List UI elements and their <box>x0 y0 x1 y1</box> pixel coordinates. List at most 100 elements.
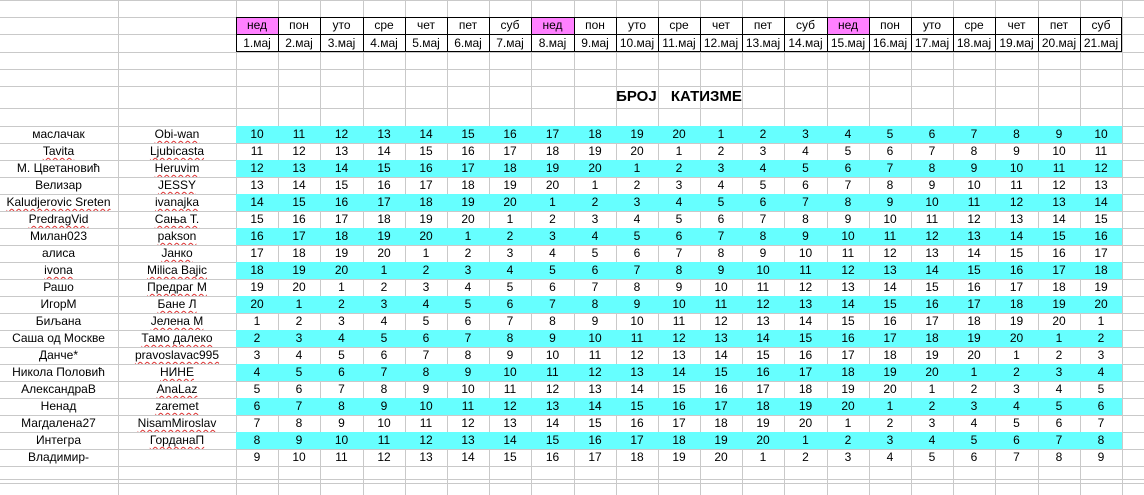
kathisma-number-cell[interactable]: 11 <box>320 449 363 466</box>
row-nick-cell[interactable]: Јанко <box>119 245 235 262</box>
kathisma-number-cell[interactable]: 9 <box>742 245 784 262</box>
kathisma-number-cell[interactable]: 5 <box>531 262 574 279</box>
kathisma-number-cell[interactable]: 11 <box>1080 143 1122 160</box>
kathisma-number-cell[interactable]: 2 <box>1038 347 1080 364</box>
kathisma-number-cell[interactable]: 1 <box>995 347 1038 364</box>
row-nick-cell[interactable]: НИНЕ <box>119 364 235 381</box>
kathisma-number-cell[interactable]: 2 <box>278 313 320 330</box>
kathisma-number-cell[interactable]: 13 <box>447 432 489 449</box>
kathisma-number-cell[interactable]: 20 <box>995 330 1038 347</box>
kathisma-number-cell[interactable]: 3 <box>531 228 574 245</box>
kathisma-number-cell[interactable]: 11 <box>616 330 658 347</box>
kathisma-number-cell[interactable]: 11 <box>531 364 574 381</box>
kathisma-number-cell[interactable]: 2 <box>1080 330 1122 347</box>
kathisma-number-cell[interactable]: 14 <box>531 415 574 432</box>
kathisma-number-cell[interactable]: 9 <box>869 194 911 211</box>
kathisma-number-cell[interactable]: 13 <box>405 449 447 466</box>
kathisma-number-cell[interactable]: 8 <box>911 160 953 177</box>
kathisma-number-cell[interactable]: 13 <box>742 313 784 330</box>
row-name-cell[interactable]: М. Цветановић <box>0 160 117 177</box>
kathisma-number-cell[interactable]: 15 <box>278 194 320 211</box>
kathisma-number-cell[interactable]: 8 <box>1080 432 1122 449</box>
kathisma-number-cell[interactable]: 10 <box>278 449 320 466</box>
kathisma-number-cell[interactable]: 17 <box>911 313 953 330</box>
weekday-cell[interactable]: чет <box>700 17 742 34</box>
kathisma-number-cell[interactable]: 14 <box>827 296 869 313</box>
kathisma-number-cell[interactable]: 5 <box>700 194 742 211</box>
kathisma-number-cell[interactable]: 5 <box>1080 381 1122 398</box>
kathisma-number-cell[interactable]: 19 <box>363 228 405 245</box>
kathisma-number-cell[interactable]: 13 <box>784 296 827 313</box>
date-cell[interactable]: 10.мај <box>616 35 658 52</box>
kathisma-number-cell[interactable]: 9 <box>236 449 278 466</box>
kathisma-number-cell[interactable]: 18 <box>784 381 827 398</box>
kathisma-number-cell[interactable]: 8 <box>278 415 320 432</box>
kathisma-number-cell[interactable]: 20 <box>447 211 489 228</box>
kathisma-number-cell[interactable]: 3 <box>911 415 953 432</box>
kathisma-number-cell[interactable]: 12 <box>1038 177 1080 194</box>
weekday-cell[interactable]: сре <box>658 17 700 34</box>
kathisma-number-cell[interactable]: 10 <box>995 160 1038 177</box>
kathisma-number-cell[interactable]: 14 <box>911 262 953 279</box>
row-nick-cell[interactable]: Бане Л <box>119 296 235 313</box>
kathisma-number-cell[interactable]: 2 <box>742 126 784 143</box>
kathisma-number-cell[interactable]: 5 <box>236 381 278 398</box>
kathisma-number-cell[interactable]: 19 <box>1080 279 1122 296</box>
kathisma-number-cell[interactable]: 10 <box>1080 126 1122 143</box>
row-nick-cell[interactable]: AnaLaz <box>119 381 235 398</box>
kathisma-number-cell[interactable]: 1 <box>784 432 827 449</box>
kathisma-number-cell[interactable]: 10 <box>616 313 658 330</box>
kathisma-number-cell[interactable]: 2 <box>700 143 742 160</box>
kathisma-number-cell[interactable]: 19 <box>658 449 700 466</box>
kathisma-number-cell[interactable]: 15 <box>953 262 995 279</box>
kathisma-number-cell[interactable]: 14 <box>574 398 616 415</box>
kathisma-number-cell[interactable]: 8 <box>489 330 531 347</box>
kathisma-number-cell[interactable]: 19 <box>700 432 742 449</box>
kathisma-number-cell[interactable]: 18 <box>1038 279 1080 296</box>
kathisma-number-cell[interactable]: 9 <box>700 262 742 279</box>
kathisma-number-cell[interactable]: 2 <box>995 364 1038 381</box>
kathisma-number-cell[interactable]: 16 <box>236 228 278 245</box>
kathisma-number-cell[interactable]: 6 <box>447 313 489 330</box>
kathisma-number-cell[interactable]: 15 <box>995 245 1038 262</box>
kathisma-number-cell[interactable]: 3 <box>236 347 278 364</box>
kathisma-number-cell[interactable]: 16 <box>827 330 869 347</box>
kathisma-number-cell[interactable]: 8 <box>995 126 1038 143</box>
kathisma-number-cell[interactable]: 13 <box>869 262 911 279</box>
kathisma-number-cell[interactable]: 18 <box>658 432 700 449</box>
kathisma-number-cell[interactable]: 15 <box>531 432 574 449</box>
date-cell[interactable]: 11.мај <box>658 35 700 52</box>
kathisma-number-cell[interactable]: 8 <box>1038 449 1080 466</box>
kathisma-number-cell[interactable]: 20 <box>1080 296 1122 313</box>
row-name-cell[interactable]: маслачак <box>0 126 117 143</box>
kathisma-number-cell[interactable]: 9 <box>911 177 953 194</box>
row-name-cell[interactable]: Владимир- <box>0 449 117 466</box>
kathisma-number-cell[interactable]: 10 <box>574 330 616 347</box>
kathisma-number-cell[interactable]: 13 <box>574 381 616 398</box>
kathisma-number-cell[interactable]: 6 <box>869 143 911 160</box>
row-name-cell[interactable]: Саша од Москве <box>0 330 117 347</box>
kathisma-number-cell[interactable]: 2 <box>784 449 827 466</box>
kathisma-number-cell[interactable]: 6 <box>320 364 363 381</box>
date-cell[interactable]: 5.мај <box>405 35 447 52</box>
weekday-cell[interactable]: нед <box>531 17 574 34</box>
kathisma-number-cell[interactable]: 5 <box>489 279 531 296</box>
kathisma-number-cell[interactable]: 8 <box>447 347 489 364</box>
kathisma-number-cell[interactable]: 17 <box>574 449 616 466</box>
kathisma-number-cell[interactable]: 10 <box>236 126 278 143</box>
kathisma-number-cell[interactable]: 12 <box>911 228 953 245</box>
kathisma-number-cell[interactable]: 2 <box>489 228 531 245</box>
kathisma-number-cell[interactable]: 2 <box>447 245 489 262</box>
kathisma-number-cell[interactable]: 16 <box>489 126 531 143</box>
kathisma-number-cell[interactable]: 19 <box>953 330 995 347</box>
kathisma-number-cell[interactable]: 4 <box>1080 364 1122 381</box>
kathisma-number-cell[interactable]: 20 <box>363 245 405 262</box>
date-cell[interactable]: 16.мај <box>869 35 911 52</box>
kathisma-number-cell[interactable]: 16 <box>1080 228 1122 245</box>
kathisma-number-cell[interactable]: 7 <box>574 279 616 296</box>
date-cell[interactable]: 4.мај <box>363 35 405 52</box>
kathisma-number-cell[interactable]: 14 <box>869 279 911 296</box>
kathisma-number-cell[interactable]: 11 <box>278 126 320 143</box>
kathisma-number-cell[interactable]: 13 <box>995 211 1038 228</box>
kathisma-number-cell[interactable]: 1 <box>827 415 869 432</box>
